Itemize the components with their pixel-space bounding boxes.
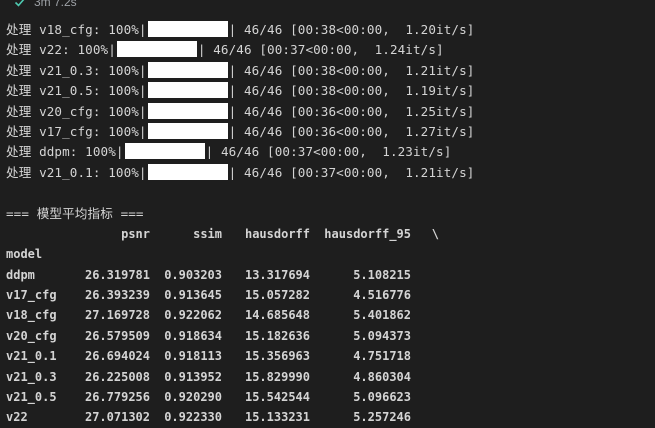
progress-line: 处理 ddpm: 100%| | 46/46 [00:37<00:00, 1.23… [6,142,651,162]
ssim-cell: 0.903203 [164,267,222,282]
elapsed-time: 3m 7.2s [34,0,77,9]
progress-stats: | 46/46 [00:37<00:00, 1.24it/s] [197,42,444,58]
ssim-cell: 0.918634 [164,328,222,343]
cell-status-bar: 3m 7.2s [0,0,655,14]
hausdorff-95-cell: 4.516776 [353,288,411,303]
column-header: hausdorff [244,226,310,241]
progress-line: 处理 v18_cfg: 100%| | 46/46 [00:38<00:00, 1… [6,20,651,40]
metrics-heading: === 模型平均指标 === [6,205,144,221]
index-name: model [6,247,43,262]
progress-label: 处理 v21_0.5: 100%| [6,83,147,99]
hausdorff-95-cell: 5.096623 [353,390,411,405]
table-row: v17_cfg 26.393239 0.913645 15.057282 4.51677… [6,285,651,305]
progress-bar [147,102,228,119]
progress-line: 处理 v20_cfg: 100%| | 46/46 [00:36<00:00, 1… [6,102,651,122]
progress-stats: | 46/46 [00:38<00:00, 1.21it/s] [228,62,475,78]
ssim-cell: 0.922330 [164,410,222,425]
psnr-cell: 26.319781 [84,267,150,282]
row-label: ddpm [6,267,35,282]
row-label: v21_0.5 [6,390,57,405]
check-icon [14,0,25,7]
progress-stats: | 46/46 [00:37<00:00, 1.23it/s] [205,144,452,160]
progress-label: 处理 v18_cfg: 100%| [6,22,147,37]
ssim-cell: 0.920290 [164,390,222,405]
row-label: v20_cfg [6,328,57,343]
table-row: ddpm 26.319781 0.903203 13.317694 5.108215 [6,265,651,285]
table-row: v21_0.1 26.694024 0.918113 15.356963 4.75171… [6,346,651,366]
ssim-cell: 0.913952 [164,369,222,384]
progress-label: 处理 v22: 100%| [6,42,116,58]
table-row: v20_cfg 26.579509 0.918634 15.182636 5.09437… [6,326,651,346]
column-header: ssim [193,226,222,241]
ssim-cell: 0.918113 [164,349,222,364]
progress-bar [147,61,228,78]
row-label: v21_0.3 [6,369,57,384]
hausdorff-cell: 15.542544 [244,390,310,405]
hausdorff-95-cell: 5.257246 [353,410,411,425]
progress-bar [116,41,197,58]
progress-bar [147,163,228,180]
row-label: v17_cfg [6,288,57,303]
progress-line: 处理 v17_cfg: 100%| | 46/46 [00:36<00:00, 1… [6,122,651,142]
row-label: v18_cfg [6,308,57,323]
psnr-cell: 26.694024 [84,349,150,364]
psnr-cell: 27.071302 [84,410,150,425]
metrics-table-body: ddpm 26.319781 0.903203 13.317694 5.108215 v1… [6,265,651,428]
psnr-cell: 26.779256 [84,390,150,405]
continuation-marker: \ [431,226,439,241]
hausdorff-cell: 15.182636 [244,328,310,343]
metrics-header-row: psnr ssim hausdorff hausdorff_95 \ [6,224,651,244]
progress-bar [124,143,205,160]
hausdorff-cell: 13.317694 [244,267,310,282]
progress-label: 处理 ddpm: 100%| [6,144,124,160]
progress-line: 处理 v22: 100%| | 46/46 [00:37<00:00, 1.24i… [6,40,651,60]
hausdorff-95-cell: 5.094373 [353,328,411,343]
progress-log: 处理 v18_cfg: 100%| | 46/46 [00:38<00:00, 1… [6,20,651,183]
progress-stats: | 46/46 [00:36<00:00, 1.27it/s] [228,123,475,139]
progress-label: 处理 v21_0.1: 100%| [6,164,147,180]
progress-line: 处理 v21_0.3: 100%| | 46/46 [00:38<00:00, 1… [6,61,651,81]
hausdorff-95-cell: 5.401862 [353,308,411,323]
ssim-cell: 0.913645 [164,288,222,303]
table-row: v21_0.3 26.225008 0.913952 15.829990 4.86030… [6,367,651,387]
psnr-cell: 27.169728 [84,308,150,323]
hausdorff-cell: 15.057282 [244,288,310,303]
hausdorff-95-cell: 4.751718 [353,349,411,364]
progress-bar [147,82,228,99]
hausdorff-cell: 15.133231 [244,410,310,425]
hausdorff-cell: 15.829990 [244,369,310,384]
ssim-cell: 0.922062 [164,308,222,323]
progress-line: 处理 v21_0.5: 100%| | 46/46 [00:38<00:00, 1… [6,81,651,101]
hausdorff-95-cell: 4.860304 [353,369,411,384]
cell-status: 3m 7.2s [14,0,77,11]
progress-line: 处理 v21_0.1: 100%| | 46/46 [00:37<00:00, 1… [6,163,651,183]
psnr-cell: 26.393239 [84,288,150,303]
column-header: psnr [121,226,150,241]
psnr-cell: 26.579509 [84,328,150,343]
progress-label: 处理 v20_cfg: 100%| [6,103,147,119]
hausdorff-cell: 15.356963 [244,349,310,364]
row-label: v22 [6,410,28,425]
progress-stats: | 46/46 [00:38<00:00, 1.20it/s] [228,22,475,37]
progress-stats: | 46/46 [00:36<00:00, 1.25it/s] [228,103,475,119]
row-label: v21_0.1 [6,349,57,364]
progress-stats: | 46/46 [00:37<00:00, 1.21it/s] [228,164,475,180]
psnr-cell: 26.225008 [84,369,150,384]
table-row: v21_0.5 26.779256 0.920290 15.542544 5.09662… [6,387,651,407]
progress-bar [147,21,228,37]
cell-output: 处理 v18_cfg: 100%| | 46/46 [00:38<00:00, 1… [6,20,651,428]
index-name-row: model [6,244,651,264]
progress-label: 处理 v17_cfg: 100%| [6,123,147,139]
hausdorff-95-cell: 5.108215 [353,267,411,282]
progress-label: 处理 v21_0.3: 100%| [6,62,147,78]
table-row: v22 27.071302 0.922330 15.133231 5.257246 [6,407,651,427]
hausdorff-cell: 14.685648 [244,308,310,323]
progress-bar [147,122,228,139]
table-row: v18_cfg 27.169728 0.922062 14.685648 5.40186… [6,305,651,325]
column-header: hausdorff_95 [324,226,411,241]
progress-stats: | 46/46 [00:38<00:00, 1.19it/s] [228,83,475,99]
